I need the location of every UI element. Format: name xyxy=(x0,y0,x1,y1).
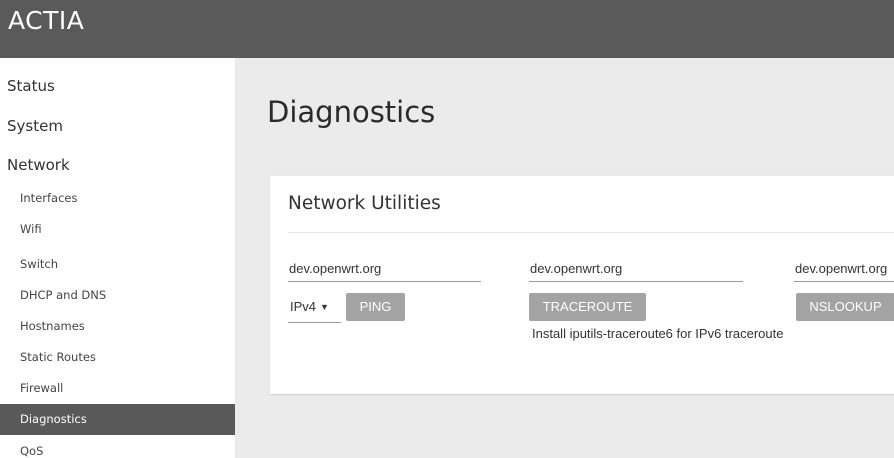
network-utilities-card: Network Utilities IPv4▼ PING TRACEROUTE … xyxy=(270,176,894,394)
sidebar-item-diagnostics[interactable]: Diagnostics xyxy=(0,404,235,435)
sidebar: Status System Network Interfaces Wifi Sw… xyxy=(0,58,235,458)
brand-logo[interactable]: ACTIA xyxy=(8,6,84,36)
nslookup-host-input[interactable] xyxy=(794,256,894,282)
sidebar-item-dhcp-and-dns[interactable]: DHCP and DNS xyxy=(0,280,235,311)
sidebar-item-static-routes[interactable]: Static Routes xyxy=(0,342,235,373)
sidebar-item-hostnames[interactable]: Hostnames xyxy=(0,311,235,342)
sidebar-item-status[interactable]: Status xyxy=(0,70,235,102)
traceroute-host-input[interactable] xyxy=(529,256,743,282)
ping-button[interactable]: PING xyxy=(346,293,405,321)
sidebar-item-network[interactable]: Network xyxy=(0,149,235,181)
card-title: Network Utilities xyxy=(288,193,441,214)
caret-down-icon: ▼ xyxy=(320,302,329,312)
nslookup-button[interactable]: NSLOOKUP xyxy=(796,293,894,321)
sidebar-item-qos[interactable]: QoS xyxy=(0,436,235,458)
sidebar-item-firewall[interactable]: Firewall xyxy=(0,373,235,404)
page-title: Diagnostics xyxy=(267,95,436,129)
traceroute-ipv6-note: Install iputils-traceroute6 for IPv6 tra… xyxy=(532,326,784,341)
sidebar-item-switch[interactable]: Switch xyxy=(0,249,235,280)
ping-host-input[interactable] xyxy=(288,256,481,282)
main-content: Diagnostics Network Utilities IPv4▼ PING… xyxy=(235,58,894,458)
ping-protocol-select[interactable]: IPv4 ▼ xyxy=(288,293,341,323)
ping-protocol-value: IPv4 xyxy=(290,299,317,314)
sidebar-item-wifi[interactable]: Wifi xyxy=(0,214,235,245)
sidebar-item-interfaces[interactable]: Interfaces xyxy=(0,183,235,214)
sidebar-item-system[interactable]: System xyxy=(0,110,235,142)
traceroute-button[interactable]: TRACEROUTE xyxy=(529,293,646,321)
card-divider xyxy=(288,232,894,233)
top-header: ACTIA xyxy=(0,0,894,58)
